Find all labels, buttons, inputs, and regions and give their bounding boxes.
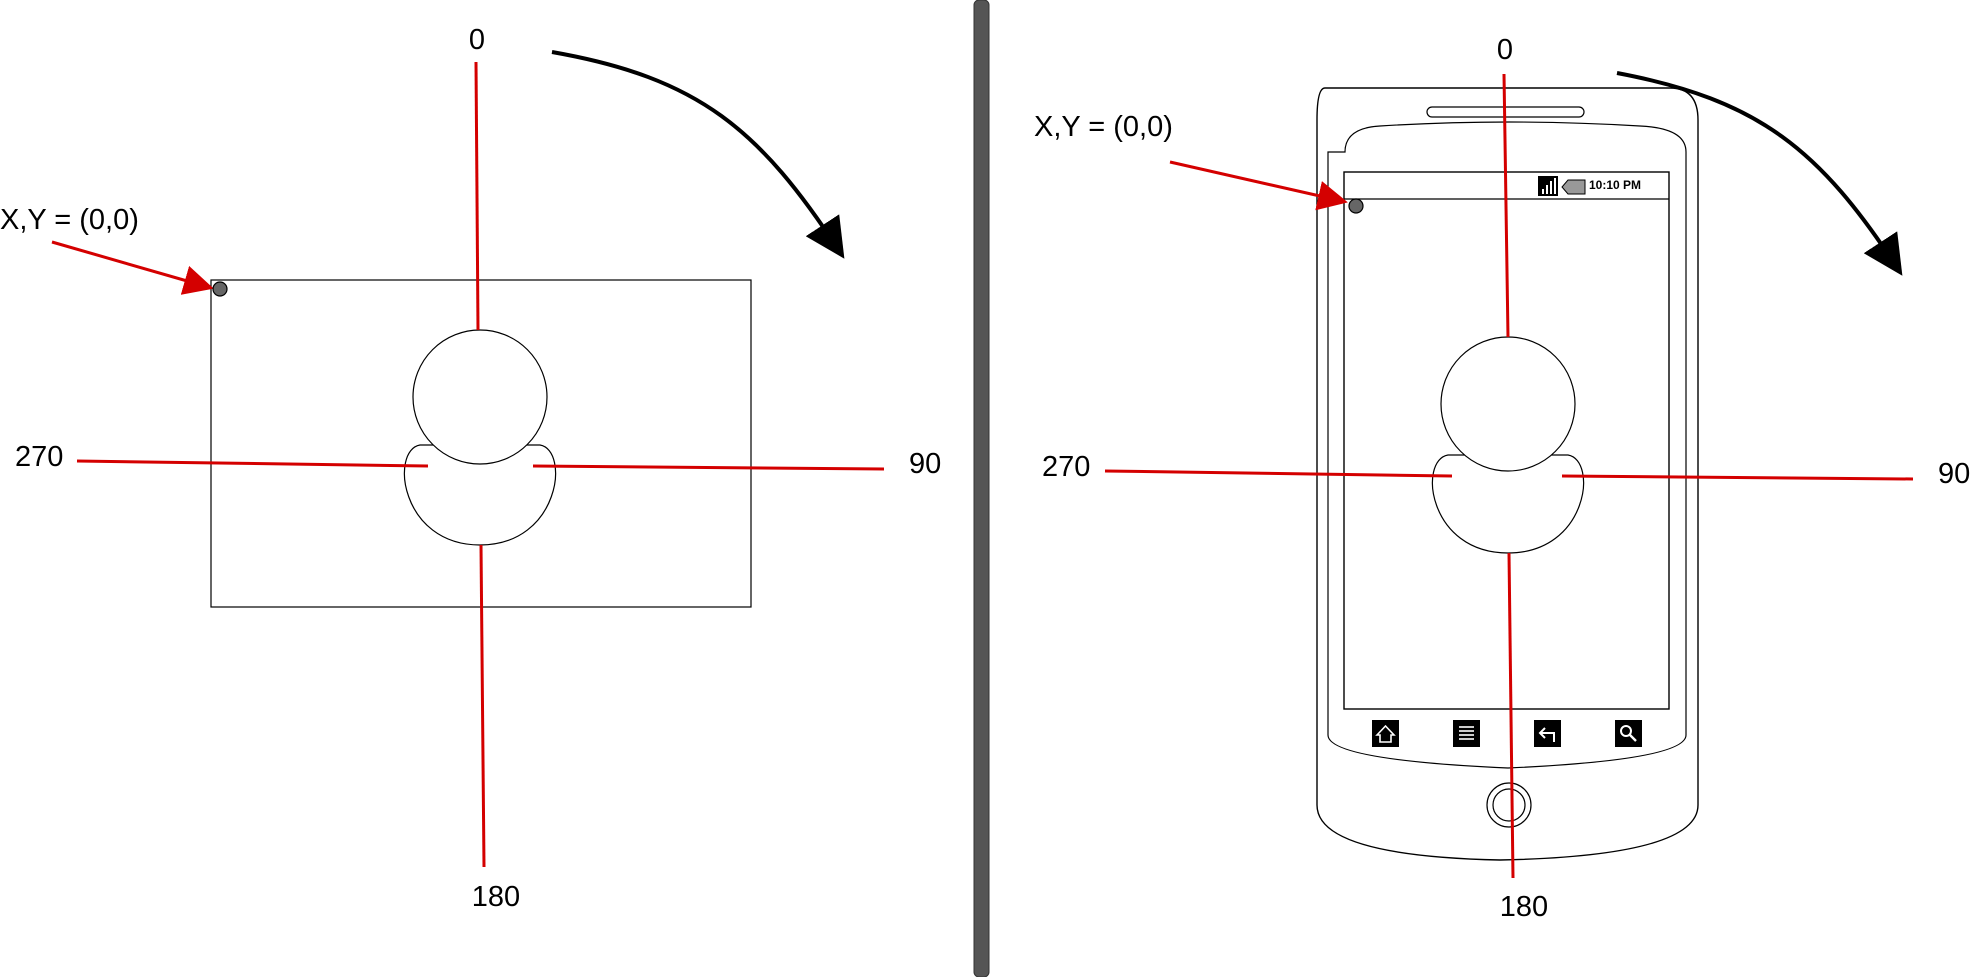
label-270: 270 [1042, 451, 1090, 483]
trackball-button[interactable] [1486, 782, 1532, 828]
person-icon-phone [1431, 336, 1585, 554]
label-0: 0 [469, 24, 485, 56]
status-time: 10:10 PM [1589, 178, 1641, 192]
origin-dot [212, 281, 228, 297]
signal-icon [1538, 176, 1558, 196]
label-180: 180 [1500, 891, 1548, 923]
rotation-arrow [551, 50, 845, 259]
axis-right [532, 464, 885, 471]
search-icon[interactable] [1615, 720, 1642, 747]
home-icon[interactable] [1372, 720, 1399, 747]
origin-dot [1348, 198, 1364, 214]
label-180: 180 [472, 881, 520, 913]
origin-arrow [1169, 160, 1348, 211]
origin-label: X,Y = (0,0) [0, 204, 139, 236]
axis-down [479, 544, 486, 868]
axis-up [474, 61, 480, 331]
person-icon [403, 329, 557, 546]
back-icon[interactable] [1534, 720, 1561, 747]
label-90: 90 [1938, 458, 1970, 490]
axis-left [76, 459, 429, 468]
origin-label: X,Y = (0,0) [1034, 111, 1173, 143]
label-90: 90 [909, 448, 941, 480]
origin-arrow [51, 240, 214, 295]
right-panel: 10:10 PM 0 90 180 270 X,Y = (0,0) [1034, 34, 1970, 923]
panel-divider [973, 0, 990, 977]
label-270: 270 [15, 441, 63, 473]
menu-icon[interactable] [1453, 720, 1480, 747]
rotation-diagram: 0 90 180 270 X,Y = (0,0) 10:10 PM 0 90 1… [0, 0, 1970, 977]
left-panel: 0 90 180 270 X,Y = (0,0) [0, 24, 941, 913]
label-0: 0 [1497, 34, 1513, 66]
